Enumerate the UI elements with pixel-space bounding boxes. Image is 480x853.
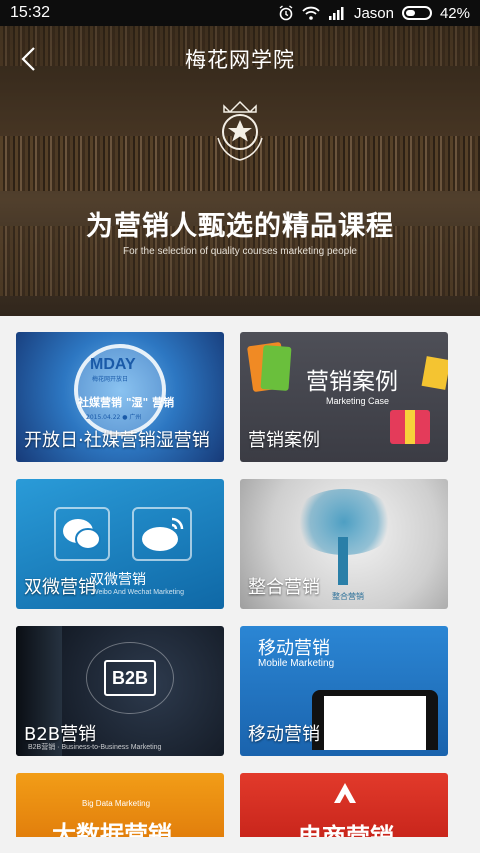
mday-headline: 社媒营销 "湿" 营销 — [78, 396, 175, 409]
card-art-subtitle: Weibo And Wechat Marketing — [92, 589, 184, 596]
card-art-title: 营销案例 — [306, 369, 398, 395]
wechat-icon — [54, 507, 110, 561]
carrier-name: Jason — [353, 4, 394, 22]
banner-slogan: 为营销人甄选的精品课程 — [86, 211, 394, 242]
card-art-title: 大数据营销 — [52, 821, 172, 837]
battery-level — [405, 10, 415, 16]
card-art-subtitle: Marketing Case — [326, 396, 390, 406]
signal-icon — [328, 7, 344, 20]
course-card-label: 开放日·社媒营销湿营销 — [24, 430, 210, 451]
gift-box-graphic — [421, 356, 448, 390]
course-card-open-day[interactable]: MDAY 梅花网开放日 社媒营销 "湿" 营销 2015.04.22 ● 广州 … — [16, 332, 224, 462]
page-title: 梅花网学院 — [185, 48, 295, 72]
gift-box-graphic — [390, 410, 430, 444]
triangle-logo-icon — [334, 783, 356, 803]
phone-screen-graphic — [324, 696, 426, 750]
b2b-badge: B2B — [104, 660, 156, 696]
back-button[interactable] — [18, 46, 42, 72]
mday-subtitle: 梅花网开放日 — [92, 376, 129, 383]
status-time: 15:32 — [10, 4, 51, 21]
status-bar: 15:32 Jason 42% — [0, 0, 480, 26]
battery-icon — [401, 6, 432, 20]
course-card-label: 双微营销 — [24, 577, 96, 598]
course-card-ecommerce[interactable]: 电商营销 — [240, 773, 448, 837]
wallet-graphic — [260, 345, 292, 391]
weibo-icon — [132, 507, 192, 561]
card-art-title: 双微营销 — [90, 572, 146, 588]
card-art-title: 移动营销 — [258, 638, 330, 659]
course-card-marketing-case[interactable]: 营销案例 Marketing Case 营销案例 — [240, 332, 448, 462]
navigation-bar: 梅花网学院 — [0, 26, 480, 92]
star-crest-icon — [217, 100, 263, 161]
course-card-label: 移动营销 — [248, 724, 320, 745]
course-card-big-data[interactable]: Big Data Marketing 大数据营销 — [16, 773, 224, 837]
course-card-integrated[interactable]: 整合营销 整合营销 — [240, 479, 448, 609]
course-card-label: B2B营销 — [24, 724, 97, 745]
alarm-icon — [279, 5, 293, 21]
card-art-subtitle: Mobile Marketing — [258, 658, 335, 669]
card-art-caption: 整合营销 — [332, 592, 364, 601]
course-card-mobile[interactable]: 移动营销 Mobile Marketing 移动营销 — [240, 626, 448, 756]
tree-trunk-graphic — [338, 537, 348, 585]
banner-slogan-english: For the selection of quality courses mar… — [122, 246, 357, 257]
course-card-b2b[interactable]: B2B B2B营销 · Business-to-Business Marketi… — [16, 626, 224, 756]
card-art-subtitle: Big Data Marketing — [82, 799, 151, 808]
course-card-dual-weibo-wechat[interactable]: 双微营销 Weibo And Wechat Marketing 双微营销 — [16, 479, 224, 609]
card-art-title: 电商营销 — [298, 823, 394, 837]
mday-logo: MDAY — [90, 356, 136, 373]
battery-percent: 42% — [439, 4, 470, 22]
mday-date: 2015.04.22 ● 广州 — [86, 414, 142, 421]
course-card-label: 营销案例 — [248, 430, 320, 451]
wifi-icon — [302, 6, 320, 20]
course-card-label: 整合营销 — [248, 577, 320, 598]
